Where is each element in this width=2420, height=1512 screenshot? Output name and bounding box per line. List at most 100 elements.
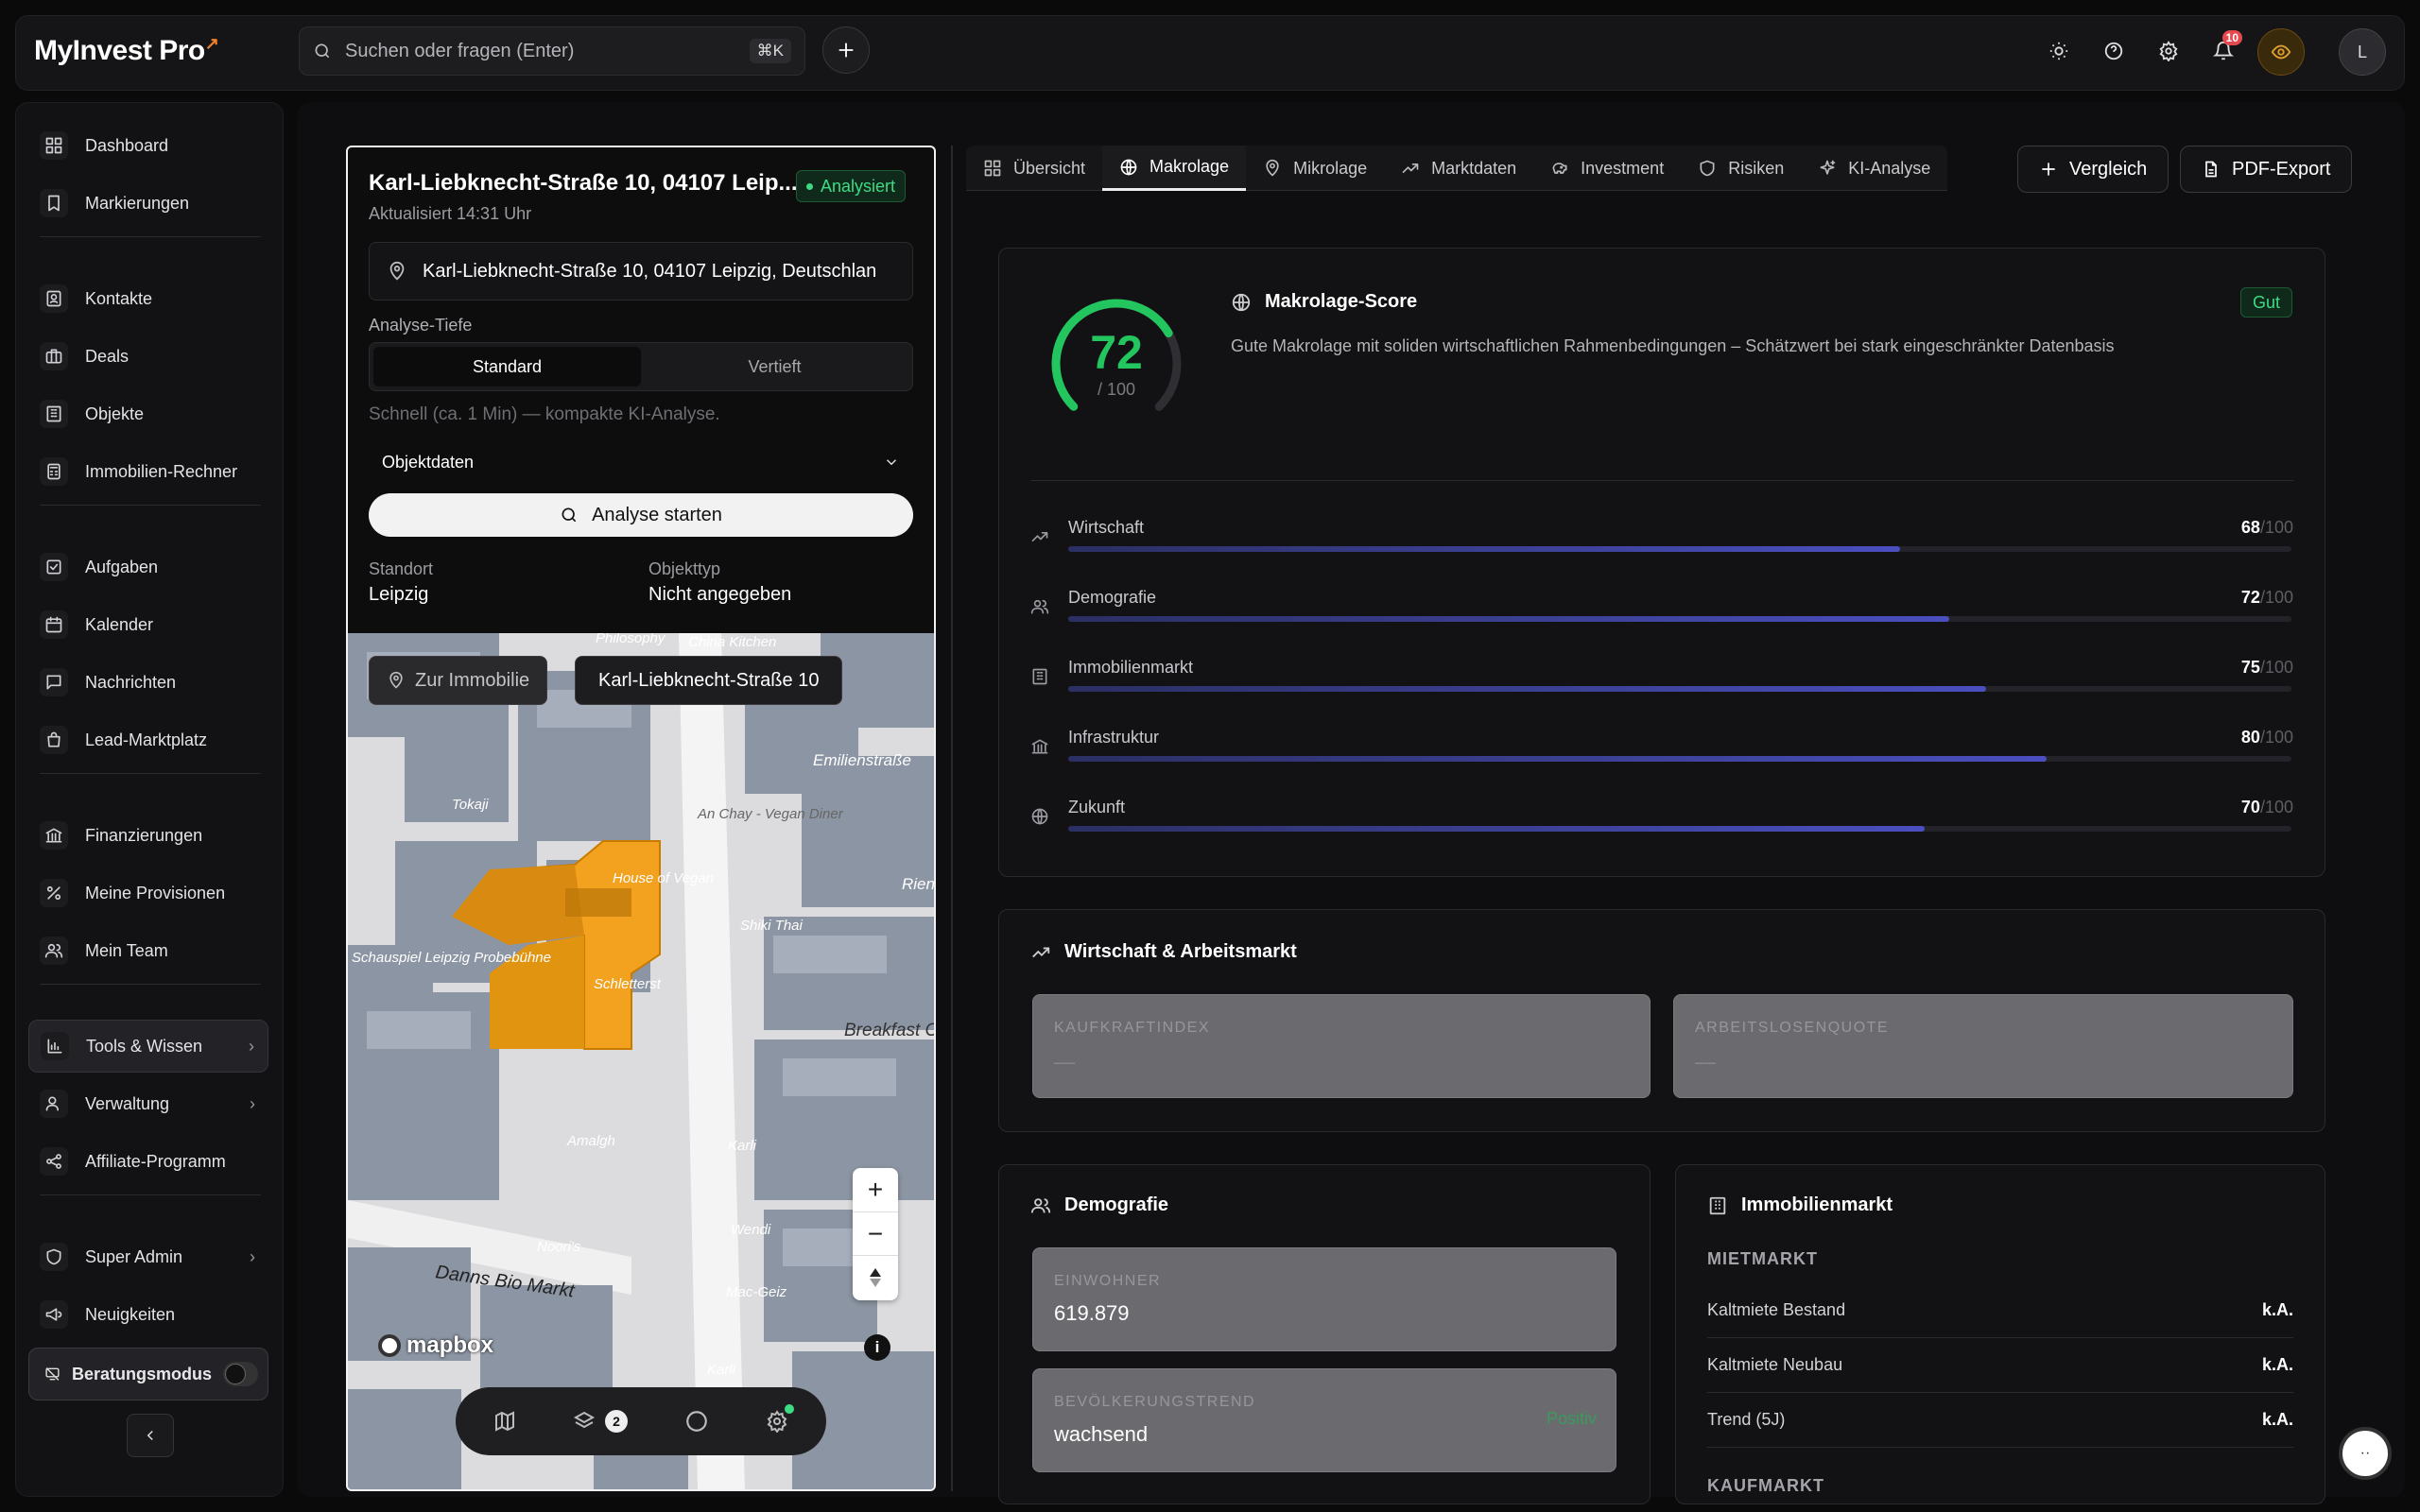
score-bar-fill [1068,686,1986,692]
settings-button[interactable] [2153,36,2184,66]
sidebar-item-lead-marktplatz[interactable]: Lead-Marktplatz [28,713,268,766]
map-icon[interactable] [493,1410,516,1433]
tab-mikrolage[interactable]: Mikrolage [1246,146,1384,191]
tab-makrolage[interactable]: Makrolage [1102,146,1247,191]
address-field[interactable]: Karl-Liebknecht-Straße 10, 04107 Leipzig… [369,242,913,301]
team-icon [44,943,63,958]
compass-button[interactable] [853,1255,898,1298]
start-analysis-button[interactable]: Analyse starten [369,493,913,537]
score-bar-label: Demografie [1068,588,1157,607]
sidebar-item-label: Lead-Marktplatz [85,730,208,749]
search-input[interactable]: Suchen oder fragen (Enter) ⌘K [299,26,805,76]
sidebar-item-kontakte[interactable]: Kontakte [28,272,268,325]
help-icon [2104,42,2123,60]
zoom-out-button[interactable]: − [853,1211,898,1255]
users-icon [45,1096,60,1111]
map-label: Amalgh [566,1133,615,1149]
tab-marktdaten[interactable]: Marktdaten [1384,146,1533,191]
analysis-tabs: Übersicht Makrolage Mikrolage Marktdaten Inv… [966,146,1948,191]
circle-icon[interactable] [684,1409,709,1434]
notification-count: 10 [2221,30,2242,45]
map-settings-button[interactable] [766,1404,794,1433]
create-button[interactable] [822,26,870,74]
grid-icon [45,137,62,154]
notifications-button[interactable]: 10 [2208,30,2242,66]
chat-widget-button[interactable]: ·· [2339,1427,2392,1480]
sidebar-item-label: Mein Team [85,940,168,960]
location-value: Leipzig [369,584,429,605]
building-icon [1032,668,1047,685]
info-icon[interactable]: i [864,1334,890,1361]
sun-icon [2049,42,2068,60]
sidebar-item-nachrichten[interactable]: Nachrichten [28,656,268,709]
depth-option-advanced[interactable]: Vertieft [641,347,908,387]
collapse-sidebar-button[interactable] [127,1414,174,1457]
layers-button[interactable]: 2 [573,1410,628,1433]
theme-toggle-button[interactable] [2044,36,2074,66]
sidebar-item-deals[interactable]: Deals [28,330,268,383]
economy-title: Wirtschaft & Arbeitsmarkt [1030,941,1297,963]
compass-icon [870,1267,881,1287]
message-icon [46,675,61,690]
sidebar-item-finanzierungen[interactable]: Finanzierungen [28,809,268,862]
compare-button[interactable]: Vergleich [2017,146,2169,193]
sidebar-item-objekte[interactable]: Objekte [28,387,268,440]
sidebar-item-super-admin[interactable]: Super Admin › [28,1230,268,1283]
sidebar-item-tools-wissen[interactable]: Tools & Wissen › [28,1020,268,1073]
advice-mode-toggle[interactable]: Beratungsmodus [28,1348,268,1400]
sidebar-item-markierungen[interactable]: Markierungen [28,177,268,230]
plus-icon [838,43,854,58]
sidebar-item-verwaltung[interactable]: Verwaltung › [28,1077,268,1130]
map-view[interactable]: Philosophy China Kitchen Emilienstraße T… [348,633,934,1491]
sidebar-item-icon [40,131,68,160]
street-chip[interactable]: Karl-Liebknecht-Straße 10 [575,656,843,705]
sidebar-item-icon [40,342,68,370]
brand-logo[interactable]: MyInvest Pro↗ [34,34,219,67]
visibility-button[interactable] [2257,28,2305,76]
globe-icon [1031,808,1048,825]
tab-ki-analyse[interactable]: KI-Analyse [1801,146,1947,191]
file-icon [2205,161,2217,178]
sidebar-item-kalender[interactable]: Kalender [28,598,268,651]
sidebar-item-dashboard[interactable]: Dashboard [28,119,268,172]
score-bar-fill [1068,616,1949,622]
sidebar-item-icon [40,553,68,581]
sidebar-item-aufgaben[interactable]: Aufgaben [28,541,268,593]
score-value: 72 [1090,326,1143,379]
map-canvas[interactable]: Philosophy China Kitchen Emilienstraße T… [348,633,934,1491]
realestate-row-label: Kaltmiete Neubau [1707,1355,1843,1374]
realestate-row-value: k.A. [2261,1410,2293,1429]
to-property-button[interactable]: Zur Immobilie [369,656,548,705]
depth-option-standard[interactable]: Standard [373,347,641,387]
advice-mode-switch[interactable] [223,1362,258,1386]
sidebar-item-icon [40,1243,68,1271]
sidebar-item-label: Affiliate-Programm [85,1151,226,1171]
sidebar-item-icon [40,1090,68,1118]
sidebar-item-neuigkeiten[interactable]: Neuigkeiten [28,1288,268,1341]
zoom-in-button[interactable]: + [853,1168,898,1211]
score-bar-fill [1068,756,2048,762]
help-button[interactable] [2099,36,2129,66]
sidebar-item-affiliate-programm[interactable]: Affiliate-Programm [28,1135,268,1188]
pin-icon [389,671,403,689]
tab-risiken[interactable]: Risiken [1681,146,1801,191]
pin-icon [1266,159,1279,177]
megaphone-icon [45,1308,62,1321]
depth-label: Analyse-Tiefe [369,316,473,335]
score-bar-label: Zukunft [1068,798,1126,816]
sidebar-item-label: Verwaltung [85,1093,170,1113]
object-data-toggle[interactable]: Objektdaten [369,440,913,484]
tab-investment[interactable]: Investment [1533,146,1681,191]
sidebar-item-meine-provisionen[interactable]: Meine Provisionen [28,867,268,919]
trend-icon [1031,532,1048,541]
property-card: Karl-Liebknecht-Straße 10, 04107 Leip...… [346,146,936,1491]
sidebar-item-label: Neuigkeiten [85,1304,176,1324]
score-bar-track [1068,546,2291,552]
score-bar-label: Infrastruktur [1068,728,1160,747]
pdf-export-button[interactable]: PDF-Export [2180,146,2353,193]
avatar[interactable]: L [2339,28,2386,76]
sidebar-item-immobilien-rechner[interactable]: Immobilien-Rechner [28,445,268,498]
sidebar-item-mein-team[interactable]: Mein Team [28,924,268,977]
tab--bersicht[interactable]: Übersicht [966,146,1102,191]
realestate-row: Kaltmiete Neubau k.A. [1707,1338,2293,1393]
